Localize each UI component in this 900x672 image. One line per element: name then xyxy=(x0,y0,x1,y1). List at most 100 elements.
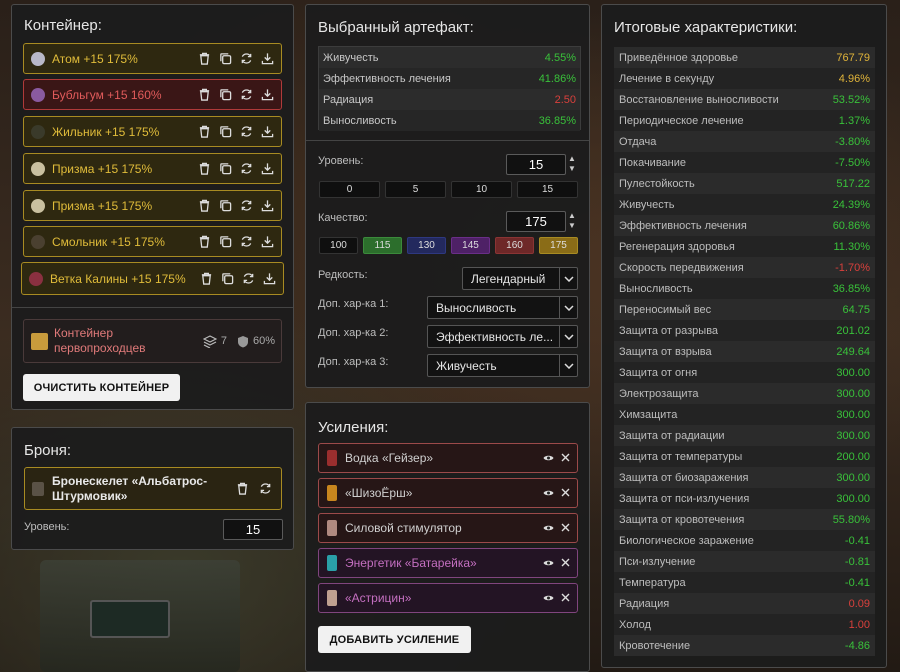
artifact-level-input[interactable]: 15 xyxy=(506,154,566,175)
swap-icon[interactable] xyxy=(239,161,254,176)
trash-icon[interactable] xyxy=(197,87,212,102)
armor-level-label: Уровень: xyxy=(24,521,70,533)
download-icon[interactable] xyxy=(260,87,275,102)
quality-preset-button[interactable]: 100 xyxy=(319,237,358,254)
quality-preset-button[interactable]: 160 xyxy=(495,237,534,254)
quality-stepper[interactable]: ▲ ▼ xyxy=(568,212,576,230)
totals-stat-value: 60.86% xyxy=(832,219,870,232)
extra2-select[interactable]: Эффективность ле... xyxy=(427,325,578,348)
trash-icon[interactable] xyxy=(197,198,212,213)
artifact-slot-label: Бубльгум +15 160% xyxy=(52,87,162,102)
totals-stat-name: Электрозащита xyxy=(619,387,699,400)
stat-value: 41.86% xyxy=(538,72,576,85)
quality-preset-button[interactable]: 130 xyxy=(407,237,446,254)
artifact-slot[interactable]: Жильник +15 175% xyxy=(23,116,282,147)
close-icon[interactable] xyxy=(561,591,570,605)
quality-label: Качество: xyxy=(318,212,368,224)
totals-stat-value: 300.00 xyxy=(836,429,870,442)
pioneer-container[interactable]: Контейнер первопроходцев 7 60% xyxy=(23,319,282,363)
artifact-stat-row: Эффективность лечения 41.86% xyxy=(319,68,580,89)
copy-icon[interactable] xyxy=(218,51,233,66)
boost-actions xyxy=(543,556,570,570)
close-icon[interactable] xyxy=(561,556,570,570)
level-preset-button[interactable]: 5 xyxy=(385,181,446,198)
bottle-icon xyxy=(327,450,337,466)
level-stepper[interactable]: ▲ ▼ xyxy=(568,155,576,173)
artifact-slot[interactable]: Атом +15 175% xyxy=(23,43,282,74)
armor-slot[interactable]: Бронескелет «Альбатрос-Штурмовик» xyxy=(24,467,282,510)
level-preset-button[interactable]: 15 xyxy=(517,181,578,198)
level-preset-button[interactable]: 0 xyxy=(319,181,380,198)
copy-icon[interactable] xyxy=(218,234,233,249)
close-icon[interactable] xyxy=(561,486,570,500)
quality-preset-button[interactable]: 115 xyxy=(363,237,402,254)
artifact-quality-input[interactable]: 175 xyxy=(506,211,566,232)
swap-icon[interactable] xyxy=(239,124,254,139)
download-icon[interactable] xyxy=(260,198,275,213)
armor-level-input[interactable]: 15 xyxy=(223,519,283,540)
swap-icon[interactable] xyxy=(239,234,254,249)
boost-name: «Астрицин» xyxy=(345,591,412,605)
swap-icon[interactable] xyxy=(258,481,273,496)
totals-stat-name: Защита от температуры xyxy=(619,450,743,463)
boost-item[interactable]: «Астрицин» xyxy=(318,583,578,613)
close-icon[interactable] xyxy=(561,521,570,535)
boost-item[interactable]: Водка «Гейзер» xyxy=(318,443,578,473)
totals-stat-name: Приведённое здоровье xyxy=(619,51,739,64)
totals-stat-name: Периодическое лечение xyxy=(619,114,744,127)
add-boost-button[interactable]: ДОБАВИТЬ УСИЛЕНИЕ xyxy=(318,626,471,653)
boost-name: Энергетик «Батарейка» xyxy=(345,556,477,570)
trash-icon[interactable] xyxy=(197,124,212,139)
extra3-select[interactable]: Живучесть xyxy=(427,354,578,377)
boost-item[interactable]: «ШизоЁрш» xyxy=(318,478,578,508)
trash-icon[interactable] xyxy=(235,481,250,496)
slot-actions xyxy=(197,87,275,102)
copy-icon[interactable] xyxy=(218,87,233,102)
copy-icon[interactable] xyxy=(218,161,233,176)
resin-icon xyxy=(31,234,45,249)
artifact-slot[interactable]: Ветка Калины +15 175% xyxy=(21,262,284,295)
quality-preset-button[interactable]: 175 xyxy=(539,237,578,254)
artifact-slot[interactable]: Призма +15 175% xyxy=(23,190,282,221)
clear-container-button[interactable]: ОЧИСТИТЬ КОНТЕЙНЕР xyxy=(23,374,180,401)
totals-stat-name: Защита от кровотечения xyxy=(619,513,745,526)
eye-icon[interactable] xyxy=(543,556,554,570)
boost-item[interactable]: Силовой стимулятор xyxy=(318,513,578,543)
pioneer-container-name: Контейнер первопроходцев xyxy=(54,326,146,355)
copy-icon[interactable] xyxy=(218,198,233,213)
artifact-slot[interactable]: Смольник +15 175% xyxy=(23,226,282,257)
swap-icon[interactable] xyxy=(241,271,256,286)
download-icon[interactable] xyxy=(260,161,275,176)
download-icon[interactable] xyxy=(260,51,275,66)
armor-panel: Броня: Бронескелет «Альбатрос-Штурмовик»… xyxy=(11,427,294,550)
eye-icon[interactable] xyxy=(543,486,554,500)
trash-icon[interactable] xyxy=(197,234,212,249)
eye-icon[interactable] xyxy=(543,591,554,605)
totals-stat-value: 201.02 xyxy=(836,324,870,337)
download-icon[interactable] xyxy=(262,271,277,286)
totals-stat-value: 200.00 xyxy=(836,450,870,463)
boost-item[interactable]: Энергетик «Батарейка» xyxy=(318,548,578,578)
copy-icon[interactable] xyxy=(220,271,235,286)
level-preset-button[interactable]: 10 xyxy=(451,181,512,198)
rarity-select[interactable]: Легендарный xyxy=(462,267,578,290)
download-icon[interactable] xyxy=(260,234,275,249)
close-icon[interactable] xyxy=(561,451,570,465)
copy-icon[interactable] xyxy=(218,124,233,139)
trash-icon[interactable] xyxy=(197,161,212,176)
quality-preset-button[interactable]: 145 xyxy=(451,237,490,254)
totals-stat-value: 300.00 xyxy=(836,366,870,379)
swap-icon[interactable] xyxy=(239,87,254,102)
artifact-slot[interactable]: Бубльгум +15 160% xyxy=(23,79,282,110)
totals-stat-value: -1.70% xyxy=(835,261,870,274)
trash-icon[interactable] xyxy=(197,51,212,66)
trash-icon[interactable] xyxy=(199,271,214,286)
swap-icon[interactable] xyxy=(239,198,254,213)
totals-stat-name: Восстановление выносливости xyxy=(619,93,779,106)
extra1-select[interactable]: Выносливость xyxy=(427,296,578,319)
eye-icon[interactable] xyxy=(543,451,554,465)
swap-icon[interactable] xyxy=(239,51,254,66)
eye-icon[interactable] xyxy=(543,521,554,535)
download-icon[interactable] xyxy=(260,124,275,139)
artifact-slot[interactable]: Призма +15 175% xyxy=(23,153,282,184)
